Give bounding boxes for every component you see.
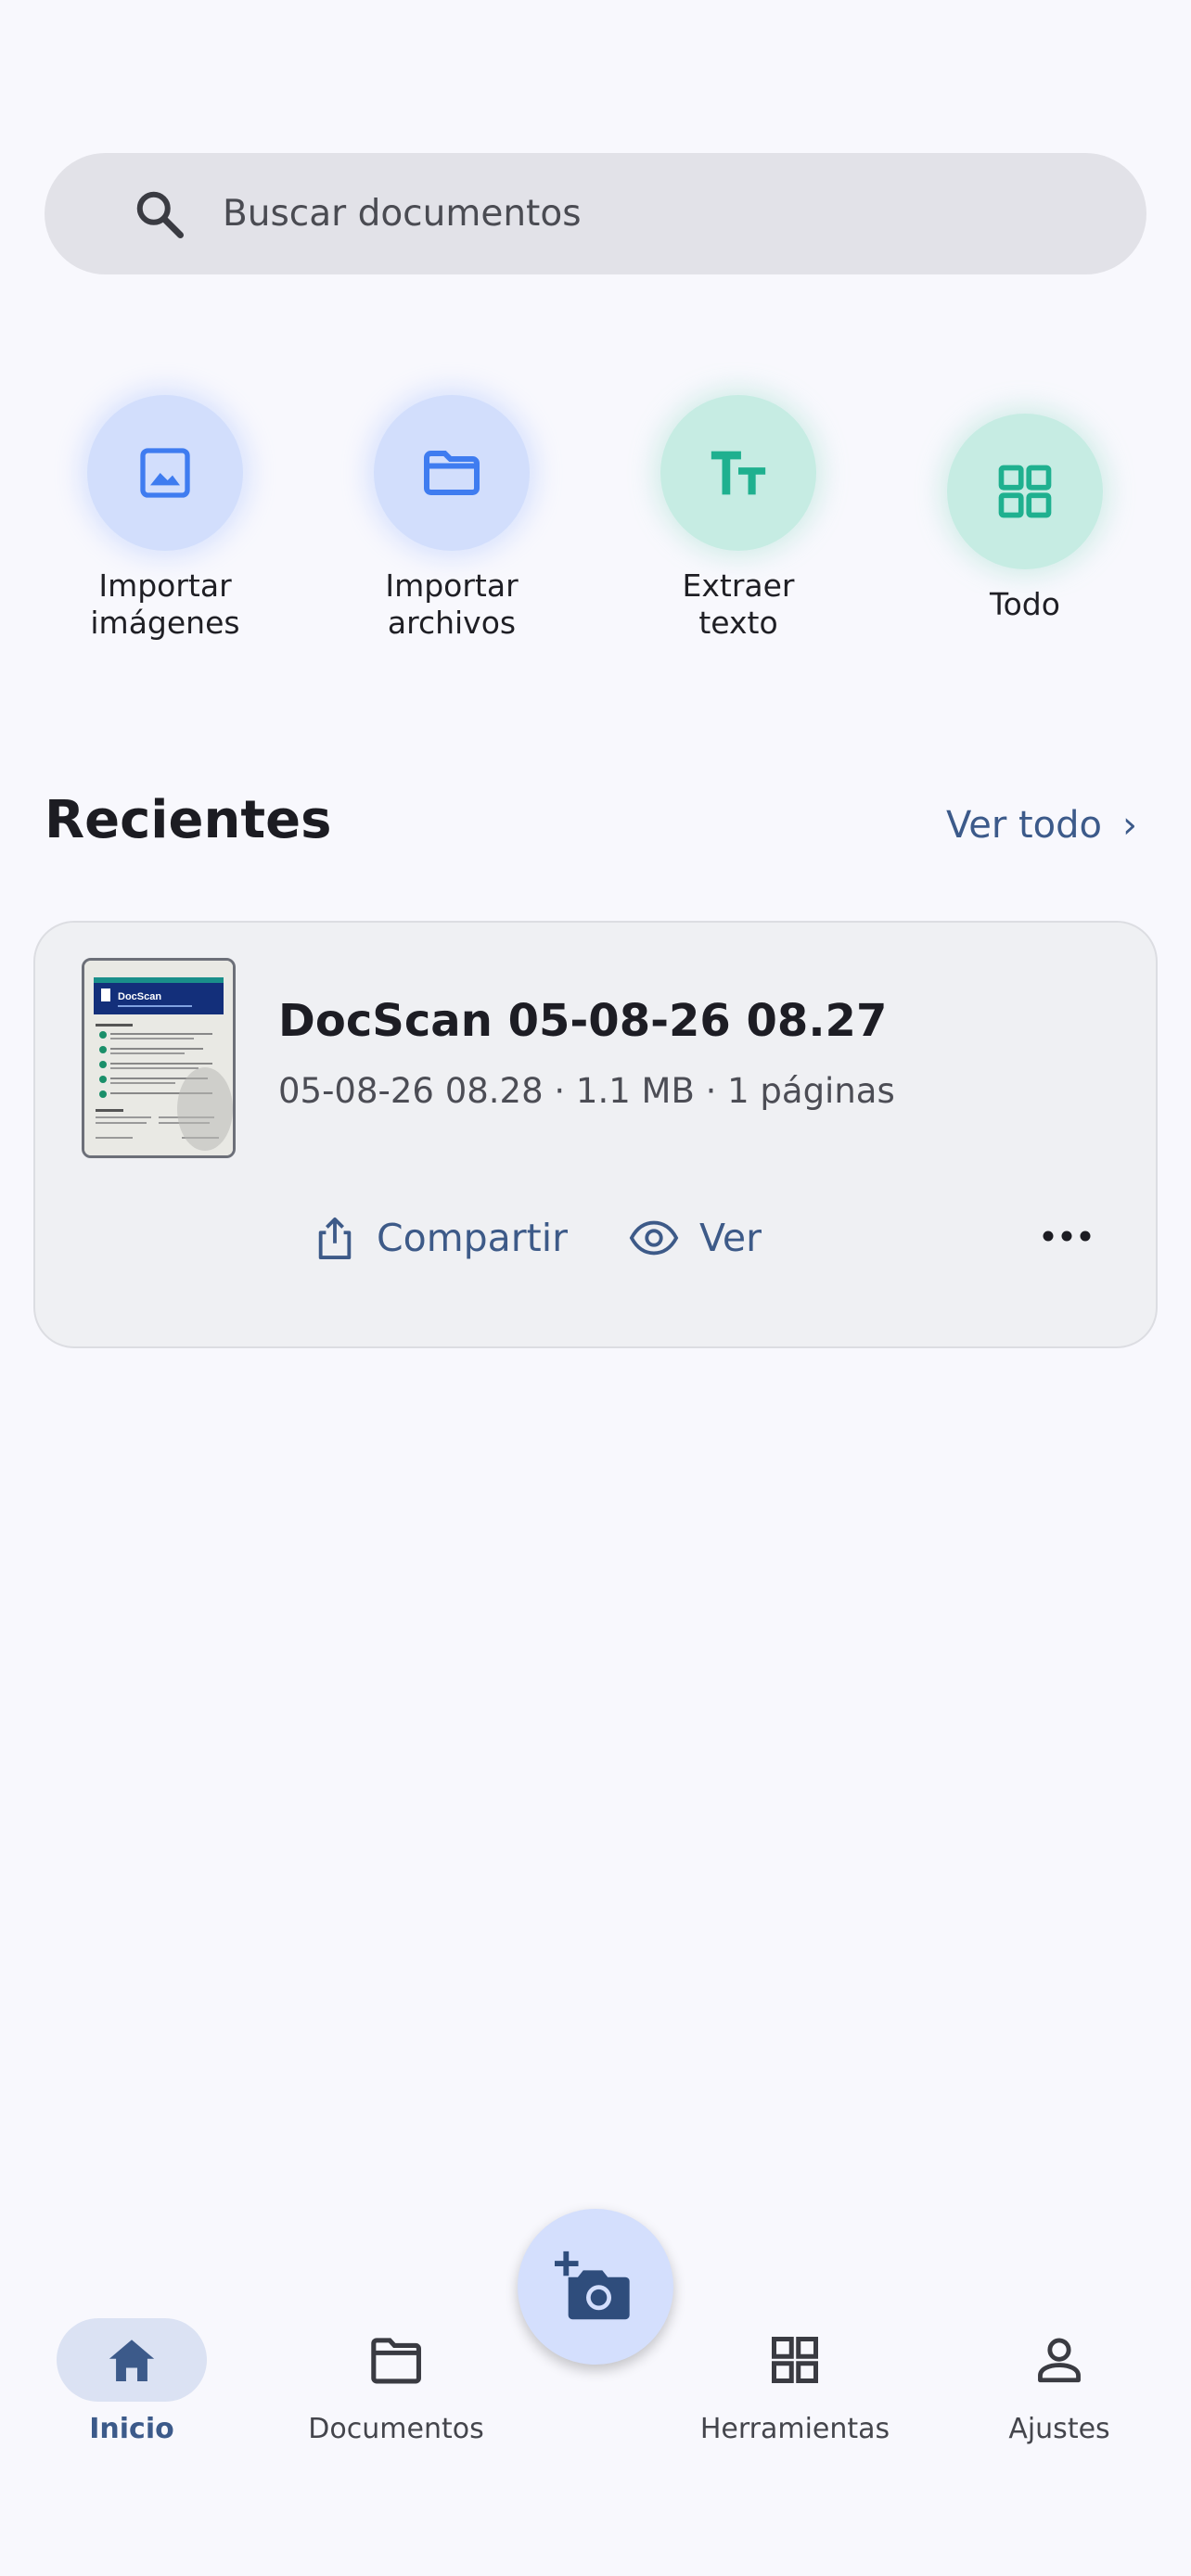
folder-outline-icon xyxy=(371,2338,421,2384)
import-images-action[interactable]: Importar imágenes xyxy=(58,395,272,642)
chevron-right-icon: › xyxy=(1122,804,1137,847)
nav-item-inicio[interactable]: Inicio xyxy=(11,2318,252,2445)
document-title: DocScan 05-08-26 08.27 xyxy=(278,995,888,1047)
document-preview-image: DocScan xyxy=(84,961,233,1155)
person-icon xyxy=(1038,2338,1081,2383)
grid-icon xyxy=(998,465,1052,518)
grid-outline-icon xyxy=(772,2337,818,2383)
scan-camera-button[interactable] xyxy=(518,2209,673,2365)
search-icon xyxy=(136,191,184,238)
recent-section-title: Recientes xyxy=(45,790,332,850)
eye-icon xyxy=(629,1220,679,1256)
share-label: Compartir xyxy=(377,1216,568,1260)
import-files-label: Importar archivos xyxy=(385,567,519,641)
nav-label-herramientas: Herramientas xyxy=(699,2413,890,2445)
all-tools-label: Todo xyxy=(990,586,1060,622)
nav-label-ajustes: Ajustes xyxy=(1008,2413,1110,2445)
add-camera-icon xyxy=(555,2251,630,2320)
view-button[interactable]: Ver xyxy=(629,1205,762,1270)
import-files-button[interactable] xyxy=(374,395,530,551)
folder-icon xyxy=(424,451,480,495)
see-all-label: Ver todo xyxy=(945,804,1102,847)
import-images-button[interactable] xyxy=(87,395,243,551)
share-icon xyxy=(318,1217,352,1259)
nav-item-herramientas[interactable]: Herramientas xyxy=(674,2318,916,2445)
all-tools-button[interactable] xyxy=(947,414,1103,569)
import-images-label: Importar imágenes xyxy=(90,567,240,641)
share-button[interactable]: Compartir xyxy=(314,1205,568,1270)
import-files-action[interactable]: Importar archivos xyxy=(345,395,558,642)
nav-label-documentos: Documentos xyxy=(308,2413,484,2445)
thumbnail-brand: DocScan xyxy=(118,991,161,1002)
nav-item-ajustes[interactable]: Ajustes xyxy=(939,2318,1180,2445)
more-options-icon[interactable] xyxy=(1039,1218,1095,1255)
see-all-link[interactable]: Ver todo › xyxy=(946,804,1137,847)
nav-item-documentos[interactable]: Documentos xyxy=(275,2318,517,2445)
nav-active-indicator xyxy=(57,2318,207,2402)
extract-text-button[interactable] xyxy=(660,395,816,551)
search-input[interactable] xyxy=(223,153,1113,274)
document-thumbnail[interactable]: DocScan xyxy=(82,958,236,1158)
document-meta: 05-08-26 08.28 · 1.1 MB · 1 páginas xyxy=(278,1071,895,1111)
home-screen: Importar imágenes Importar archivos Extr… xyxy=(0,0,1191,2576)
nav-label-inicio: Inicio xyxy=(89,2413,174,2445)
extract-text-action[interactable]: Extraer texto xyxy=(632,395,845,642)
recent-document-card[interactable]: DocScan DocScan 05-08-26 08.27 05-08-26 … xyxy=(33,921,1158,1348)
image-icon xyxy=(140,448,190,498)
text-tt-icon xyxy=(711,451,766,495)
all-tools-action[interactable]: Todo xyxy=(918,414,1132,623)
home-icon xyxy=(109,2340,155,2381)
view-label: Ver xyxy=(699,1216,762,1260)
search-bar[interactable] xyxy=(45,153,1146,274)
extract-text-label: Extraer texto xyxy=(682,567,795,641)
